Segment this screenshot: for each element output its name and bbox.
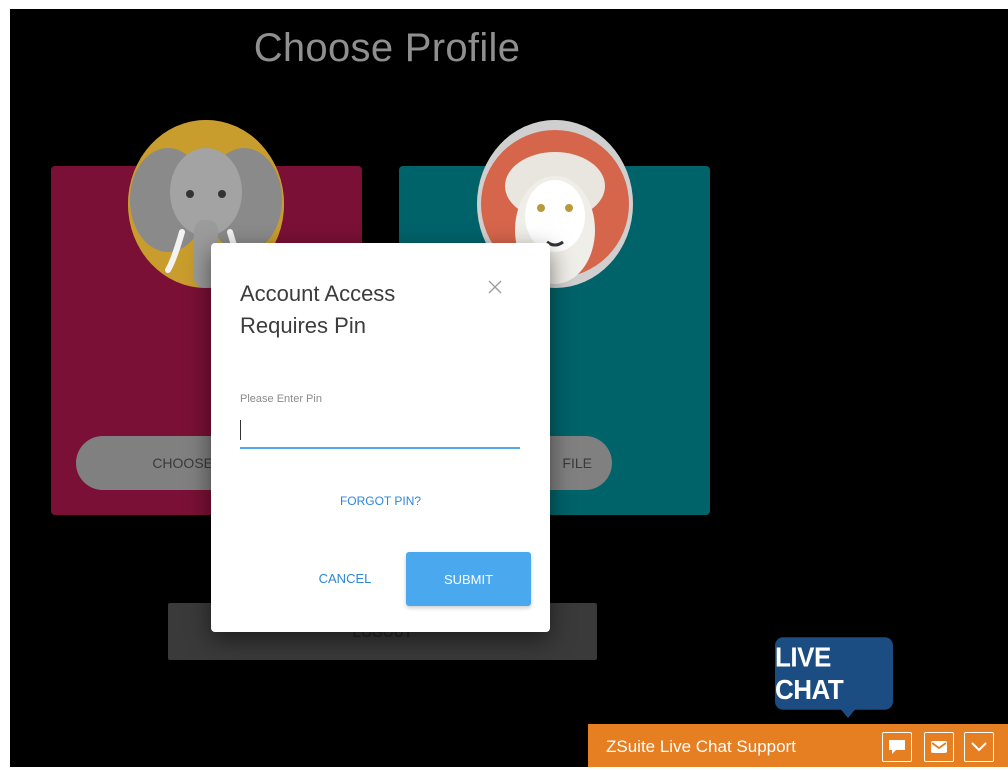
- live-chat-bar[interactable]: ZSuite Live Chat Support: [588, 724, 1008, 767]
- pin-dialog: Account Access Requires Pin Please Enter…: [211, 243, 550, 632]
- close-button[interactable]: [481, 273, 509, 301]
- live-chat-bubble-tail: [838, 706, 858, 718]
- chat-button[interactable]: [882, 732, 912, 762]
- live-chat-title: ZSuite Live Chat Support: [606, 737, 796, 756]
- page-title: Choose Profile: [253, 26, 521, 70]
- chat-icon: [889, 740, 905, 754]
- submit-button[interactable]: SUBMIT: [406, 552, 531, 606]
- pin-input[interactable]: [240, 413, 520, 449]
- close-icon: [488, 280, 502, 294]
- pin-label: Please Enter Pin: [240, 393, 322, 405]
- choose-profile-label: FILE: [562, 455, 592, 471]
- dialog-title: Account Access Requires Pin: [240, 281, 396, 338]
- email-icon: [931, 741, 947, 753]
- text-caret: [240, 420, 241, 440]
- email-button[interactable]: [924, 732, 954, 762]
- cancel-button[interactable]: CANCEL: [303, 551, 387, 605]
- forgot-pin-link[interactable]: FORGOT PIN?: [211, 494, 550, 508]
- chevron-down-icon: [971, 742, 987, 752]
- live-chat-bubble[interactable]: LIVE CHAT: [775, 637, 893, 710]
- collapse-chat-button[interactable]: [964, 732, 994, 762]
